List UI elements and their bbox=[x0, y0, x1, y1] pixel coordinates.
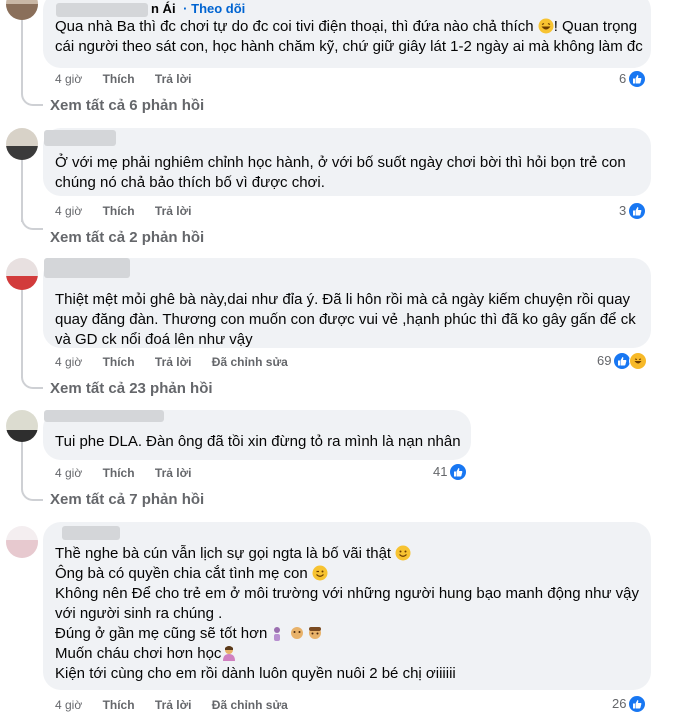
laughing-face-icon bbox=[629, 352, 648, 370]
thread-connector bbox=[21, 218, 43, 230]
comment-text: Ở với mẹ phải nghiêm chỉnh học hành, ở v… bbox=[55, 154, 626, 191]
thumbs-up-icon bbox=[628, 202, 647, 220]
reply-action[interactable]: Trả lời bbox=[155, 355, 192, 369]
author-name-redacted bbox=[62, 526, 120, 540]
view-replies-link[interactable]: Xem tất cả 23 phản hồi bbox=[50, 379, 213, 399]
timestamp[interactable]: 4 giờ bbox=[55, 466, 82, 480]
edited-label[interactable]: Đã chỉnh sửa bbox=[212, 698, 288, 712]
like-action[interactable]: Thích bbox=[103, 466, 135, 480]
avatar[interactable] bbox=[6, 410, 38, 442]
timestamp[interactable]: 4 giờ bbox=[55, 72, 82, 86]
reaction-summary[interactable]: 26 bbox=[612, 695, 647, 713]
comment-text: Tui phe DLA. Đàn ông đã tồi xin đừng tỏ … bbox=[55, 433, 461, 450]
thread-connector bbox=[21, 372, 43, 389]
reaction-summary[interactable]: 69 bbox=[597, 352, 648, 370]
avatar[interactable] bbox=[6, 258, 38, 290]
thread-line bbox=[21, 442, 23, 490]
comment-text: Thề nghe bà cún vẫn lịch sự gọi ngta là … bbox=[55, 545, 640, 682]
view-replies-link[interactable]: Xem tất cả 2 phản hồi bbox=[50, 228, 204, 248]
comment-actions: 4 giờ Thích Trả lời bbox=[55, 203, 208, 219]
thumbs-up-icon bbox=[449, 463, 468, 481]
comment-actions: 4 giờ Thích Trả lời bbox=[55, 465, 208, 481]
like-action[interactable]: Thích bbox=[103, 355, 135, 369]
reply-action[interactable]: Trả lời bbox=[155, 466, 192, 480]
thread-line bbox=[21, 160, 23, 222]
like-action[interactable]: Thích bbox=[103, 204, 135, 218]
reaction-count: 3 bbox=[619, 203, 627, 218]
author-name-redacted bbox=[44, 410, 164, 422]
author-name-redacted bbox=[44, 258, 130, 278]
thread-line bbox=[21, 20, 23, 94]
comment-bubble: Thiệt mệt mỏi ghê bà này,dai như đỉa ý. … bbox=[43, 258, 651, 348]
comment-actions: 4 giờ Thích Trả lời bbox=[55, 71, 208, 87]
reaction-count: 69 bbox=[597, 353, 612, 368]
author-name[interactable] bbox=[55, 136, 639, 153]
thread-connector bbox=[21, 486, 43, 501]
reaction-summary[interactable]: 3 bbox=[619, 202, 647, 220]
author-name-redacted bbox=[44, 130, 116, 146]
laughing-face-icon bbox=[538, 18, 554, 34]
reply-action[interactable]: Trả lời bbox=[155, 72, 192, 86]
edited-label[interactable]: Đã chỉnh sửa bbox=[212, 355, 288, 369]
comment-bubble: Ở với mẹ phải nghiêm chỉnh học hành, ở v… bbox=[43, 128, 651, 196]
avatar[interactable] bbox=[6, 0, 38, 20]
comment-actions: 4 giờ Thích Trả lời Đã chỉnh sửa bbox=[55, 697, 305, 713]
timestamp[interactable]: 4 giờ bbox=[55, 204, 82, 218]
timestamp[interactable]: 4 giờ bbox=[55, 355, 82, 369]
reaction-summary[interactable]: 6 bbox=[619, 70, 647, 88]
thread-connector bbox=[21, 90, 43, 106]
reaction-count: 6 bbox=[619, 71, 627, 86]
thumbs-up-icon bbox=[628, 70, 647, 88]
winking-face-icon bbox=[312, 565, 328, 581]
like-action[interactable]: Thích bbox=[103, 72, 135, 86]
comment-bubble: Thề nghe bà cún vẫn lịch sự gọi ngta là … bbox=[43, 522, 651, 690]
view-replies-link[interactable]: Xem tất cả 7 phản hồi bbox=[50, 490, 204, 510]
avatar[interactable] bbox=[6, 526, 38, 558]
reaction-count: 26 bbox=[612, 696, 627, 711]
like-action[interactable]: Thích bbox=[103, 698, 135, 712]
follow-link[interactable]: · Theo dõi bbox=[180, 1, 245, 16]
person-emoji-icon bbox=[223, 646, 236, 661]
comment-text: Qua nhà Ba thì đc chơi tự do đc coi tivi… bbox=[55, 18, 643, 55]
thumbs-up-icon bbox=[628, 695, 647, 713]
comment-text: Thiệt mệt mỏi ghê bà này,dai như đỉa ý. … bbox=[55, 291, 636, 348]
author-name-redacted bbox=[56, 3, 148, 17]
reply-action[interactable]: Trả lời bbox=[155, 204, 192, 218]
avatar[interactable] bbox=[6, 128, 38, 160]
thread-line bbox=[21, 290, 23, 378]
reaction-summary[interactable]: 41 bbox=[433, 463, 468, 481]
reaction-count: 41 bbox=[433, 464, 448, 479]
comment-actions: 4 giờ Thích Trả lời Đã chỉnh sửa bbox=[55, 354, 305, 370]
smiling-face-icon bbox=[395, 545, 411, 561]
reply-action[interactable]: Trả lời bbox=[155, 698, 192, 712]
view-replies-link[interactable]: Xem tất cả 6 phản hồi bbox=[50, 96, 204, 116]
timestamp[interactable]: 4 giờ bbox=[55, 698, 82, 712]
family-emoji-icon bbox=[274, 627, 322, 641]
